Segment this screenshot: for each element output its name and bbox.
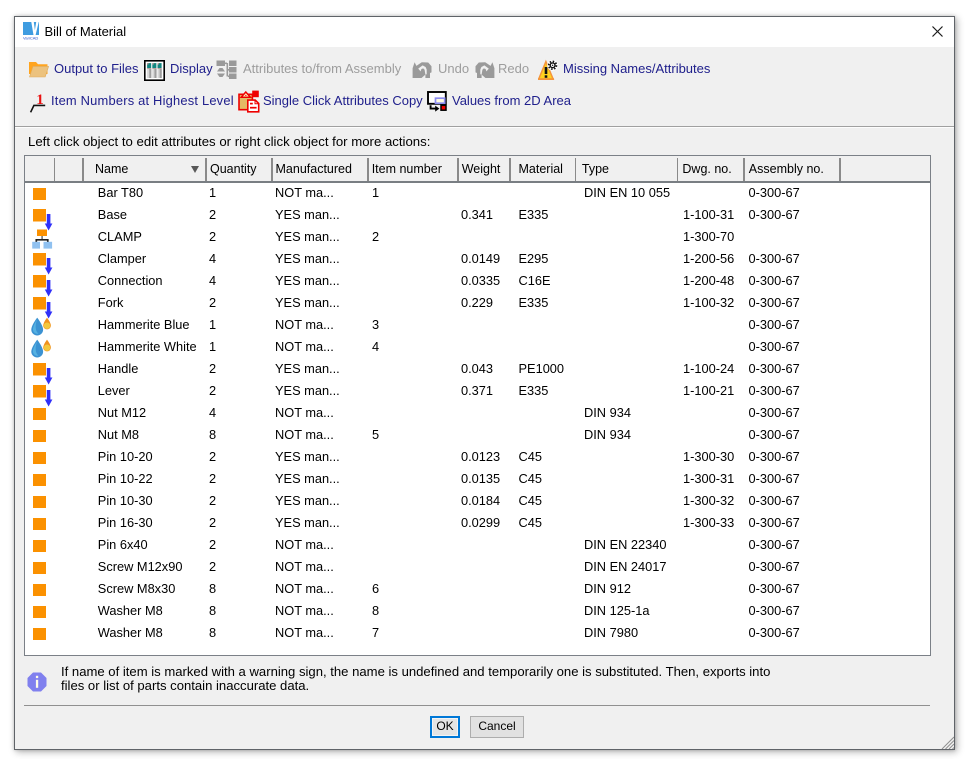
svg-text:VariCAD: VariCAD <box>23 36 38 41</box>
